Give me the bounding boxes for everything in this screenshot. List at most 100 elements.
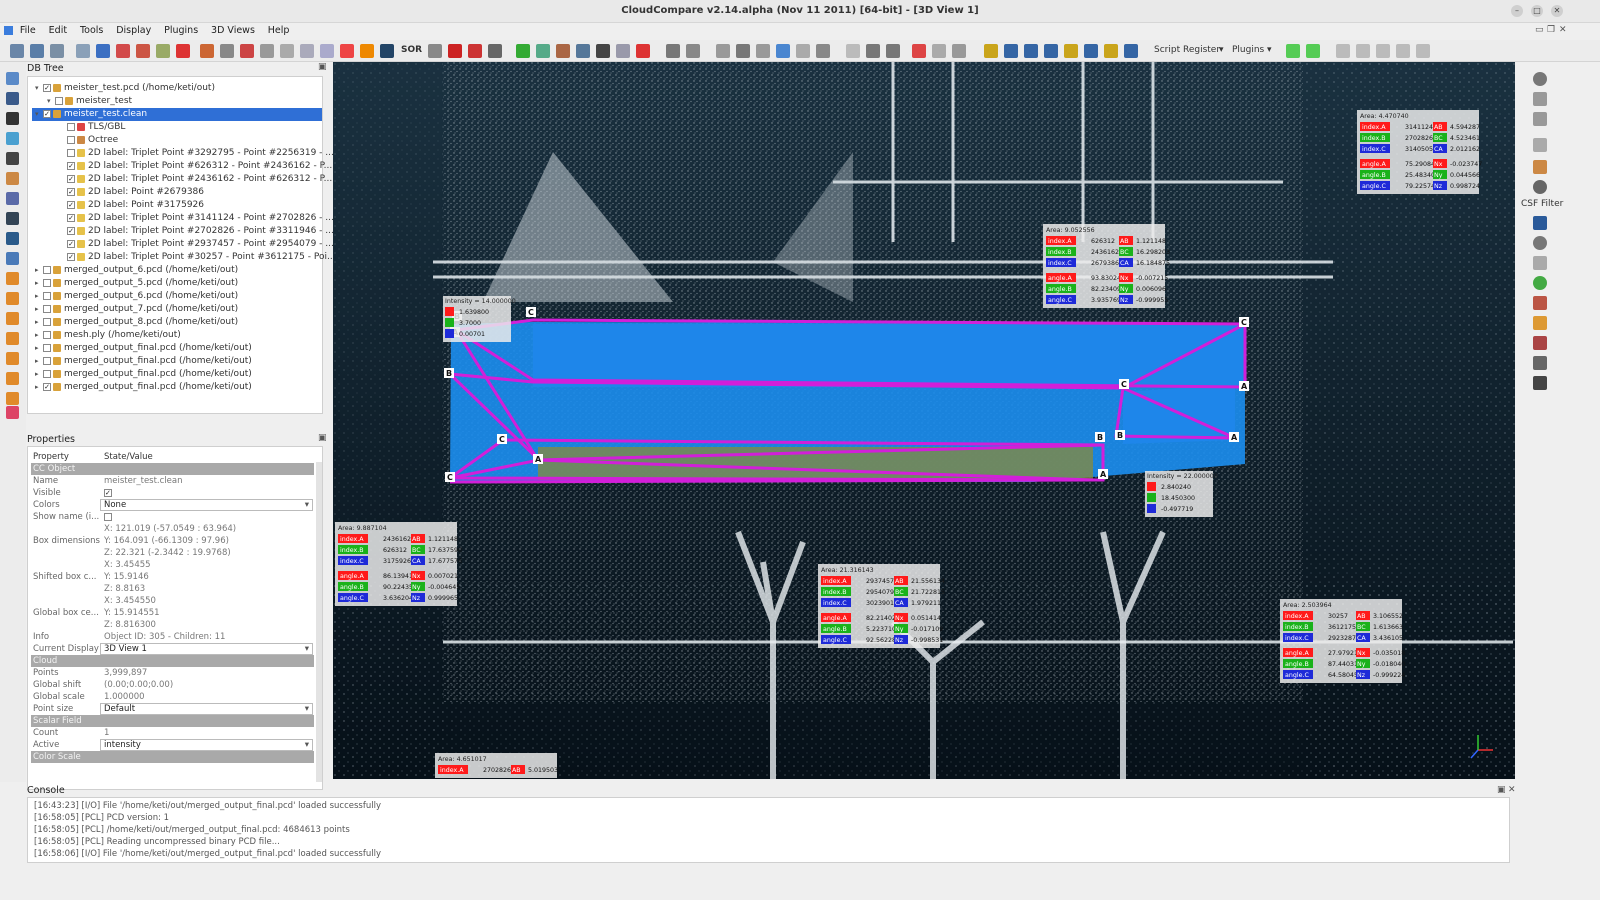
menu-plugins[interactable]: Plugins (164, 23, 198, 39)
view-front-icon[interactable] (1336, 44, 1350, 58)
visibility-checkbox[interactable] (67, 122, 75, 131)
merge-icon[interactable] (116, 44, 130, 58)
measurement-label[interactable]: Area: 9.052556 index.A 626312 AB 1.121148 ind… (1043, 224, 1170, 308)
maximize-icon[interactable]: □ (1531, 5, 1543, 17)
visibility-checkbox[interactable]: ✓ (43, 83, 51, 92)
noise-icon[interactable] (428, 44, 442, 58)
translate-icon[interactable] (156, 44, 170, 58)
visibility-checkbox[interactable] (43, 317, 51, 326)
expand-chevron-icon[interactable]: ▸ (35, 329, 43, 342)
view-iso-3-icon[interactable] (6, 392, 19, 405)
point-cloud-canvas[interactable]: A B C B C A C C A C A B B A Area: 4.4707… (333, 62, 1515, 779)
property-dropdown[interactable]: None (100, 499, 313, 511)
plugin-8-icon[interactable] (1124, 44, 1138, 58)
menu-edit[interactable]: Edit (49, 23, 67, 39)
mdi-close-icon[interactable]: ✕ (1559, 25, 1567, 35)
3d-view[interactable]: A B C B C A C C A C A B B A Area: 4.4707… (333, 62, 1515, 779)
ruler-icon[interactable] (1533, 138, 1547, 152)
ransac-icon[interactable] (1533, 336, 1547, 350)
mdi-restore-icon[interactable]: ❐ (1547, 25, 1555, 35)
sf-filter-icon[interactable] (576, 44, 590, 58)
menu-3d-views[interactable]: 3D Views (211, 23, 255, 39)
window-icon[interactable] (1533, 92, 1547, 106)
measurement-label[interactable]: Area: 4.651017 index.A 2702826 AB 5.019503 (435, 753, 558, 778)
visibility-checkbox[interactable] (67, 135, 75, 144)
python-2-icon[interactable] (1306, 44, 1320, 58)
python-icon[interactable] (1286, 44, 1300, 58)
visibility-checkbox[interactable]: ✓ (67, 226, 75, 235)
screen-icon[interactable] (776, 44, 790, 58)
plugin-4-icon[interactable] (1044, 44, 1058, 58)
display-icon[interactable] (6, 72, 19, 85)
tree-item[interactable]: ▸ merged_output_final.pcd (/home/keti/out… (35, 368, 252, 381)
point-label[interactable]: Intensity = 14.000000 1.639800 3.7000 0.007… (443, 296, 516, 342)
console-close-icon[interactable]: ✕ (1508, 785, 1516, 795)
compass-icon[interactable] (1533, 180, 1547, 194)
cc-icon[interactable] (340, 44, 354, 58)
expand-chevron-icon[interactable]: ▸ (35, 342, 43, 355)
close-icon[interactable]: ✕ (1551, 5, 1563, 17)
tree-item[interactable]: ✓ 2D label: Point #3175926 (59, 199, 204, 212)
globe-icon[interactable] (816, 44, 830, 58)
zoom-icon[interactable] (6, 232, 19, 245)
c2m-icon[interactable] (320, 44, 334, 58)
expand-chevron-icon[interactable]: ▾ (35, 108, 43, 121)
csf-filter-label[interactable]: CSF Filter (1521, 199, 1567, 210)
expand-chevron-icon[interactable]: ▸ (35, 303, 43, 316)
tree-item[interactable]: ▾ meister_test (47, 95, 132, 108)
cluster-icon[interactable] (1533, 376, 1547, 390)
register-icon[interactable] (952, 44, 966, 58)
plugin-1-icon[interactable] (984, 44, 998, 58)
sf-stack-icon[interactable] (616, 44, 630, 58)
property-dropdown[interactable]: 3D View 1 (100, 643, 313, 655)
open-icon[interactable] (10, 44, 24, 58)
save-icon[interactable] (30, 44, 44, 58)
plus-icon[interactable] (596, 44, 610, 58)
tree-item[interactable]: ✓ 2D label: Triplet Point #2436162 - Poin… (59, 173, 332, 186)
visibility-checkbox[interactable] (55, 96, 63, 105)
clone-icon[interactable] (96, 44, 110, 58)
sf-icon[interactable] (636, 44, 650, 58)
view-left-icon[interactable] (1376, 44, 1390, 58)
tree-item[interactable]: ✓ 2D label: Point #2679386 (59, 186, 204, 199)
plugin-3-icon[interactable] (1024, 44, 1038, 58)
tree-item[interactable]: ▸ merged_output_final.pcd (/home/keti/out… (35, 355, 252, 368)
view-iso-2-icon[interactable] (6, 372, 19, 385)
octree-icon[interactable] (240, 44, 254, 58)
view-bottom-icon[interactable] (6, 352, 19, 365)
table-icon[interactable] (686, 44, 700, 58)
tree-item[interactable]: TLS/GBL (59, 121, 125, 134)
list-icon[interactable] (666, 44, 680, 58)
facet-icon[interactable] (1533, 236, 1547, 250)
menu-file[interactable]: File (20, 23, 36, 39)
north-icon[interactable] (1533, 216, 1547, 230)
property-dropdown[interactable]: Default (100, 703, 313, 715)
expand-chevron-icon[interactable]: ▸ (35, 368, 43, 381)
view-right-2-icon[interactable] (6, 332, 19, 345)
properties-scrollbar[interactable] (316, 462, 322, 782)
tree-item[interactable]: ✓ 2D label: Triplet Point #626312 - Point… (59, 160, 332, 173)
tree-item[interactable]: ✓ 2D label: Triplet Point #30257 - Point … (59, 251, 336, 264)
tree-item[interactable]: ▸ mesh.ply (/home/keti/out) (35, 329, 181, 342)
tree-item[interactable]: 2D label: Triplet Point #3292795 - Point… (59, 147, 334, 160)
subsample-icon[interactable] (280, 44, 294, 58)
tree-item[interactable]: ▸ merged_output_6.pcd (/home/keti/out) (35, 264, 238, 277)
visibility-checkbox[interactable]: ✓ (67, 161, 75, 170)
rotate-icon[interactable] (6, 132, 19, 145)
tree-item-selected[interactable]: ▾ ✓ meister_test.clean (32, 108, 322, 121)
view-iso-icon[interactable] (1416, 44, 1430, 58)
visibility-checkbox[interactable] (43, 278, 51, 287)
menu-display[interactable]: Display (116, 23, 151, 39)
visibility-checkbox[interactable] (43, 343, 51, 352)
save-all-icon[interactable] (50, 44, 64, 58)
measurement-label[interactable]: Area: 2.503964 index.A 30257 AB 3.106552 inde… (1280, 599, 1405, 683)
normals-icon[interactable] (220, 44, 234, 58)
menu-help[interactable]: Help (268, 23, 290, 39)
layer-icon[interactable] (6, 192, 19, 205)
expand-chevron-icon[interactable]: ▸ (35, 381, 43, 394)
mls-icon[interactable] (886, 44, 900, 58)
visibility-checkbox[interactable] (43, 304, 51, 313)
plugin-5-icon[interactable] (1064, 44, 1078, 58)
view-right-icon[interactable] (1396, 44, 1410, 58)
delete-icon[interactable] (176, 44, 190, 58)
